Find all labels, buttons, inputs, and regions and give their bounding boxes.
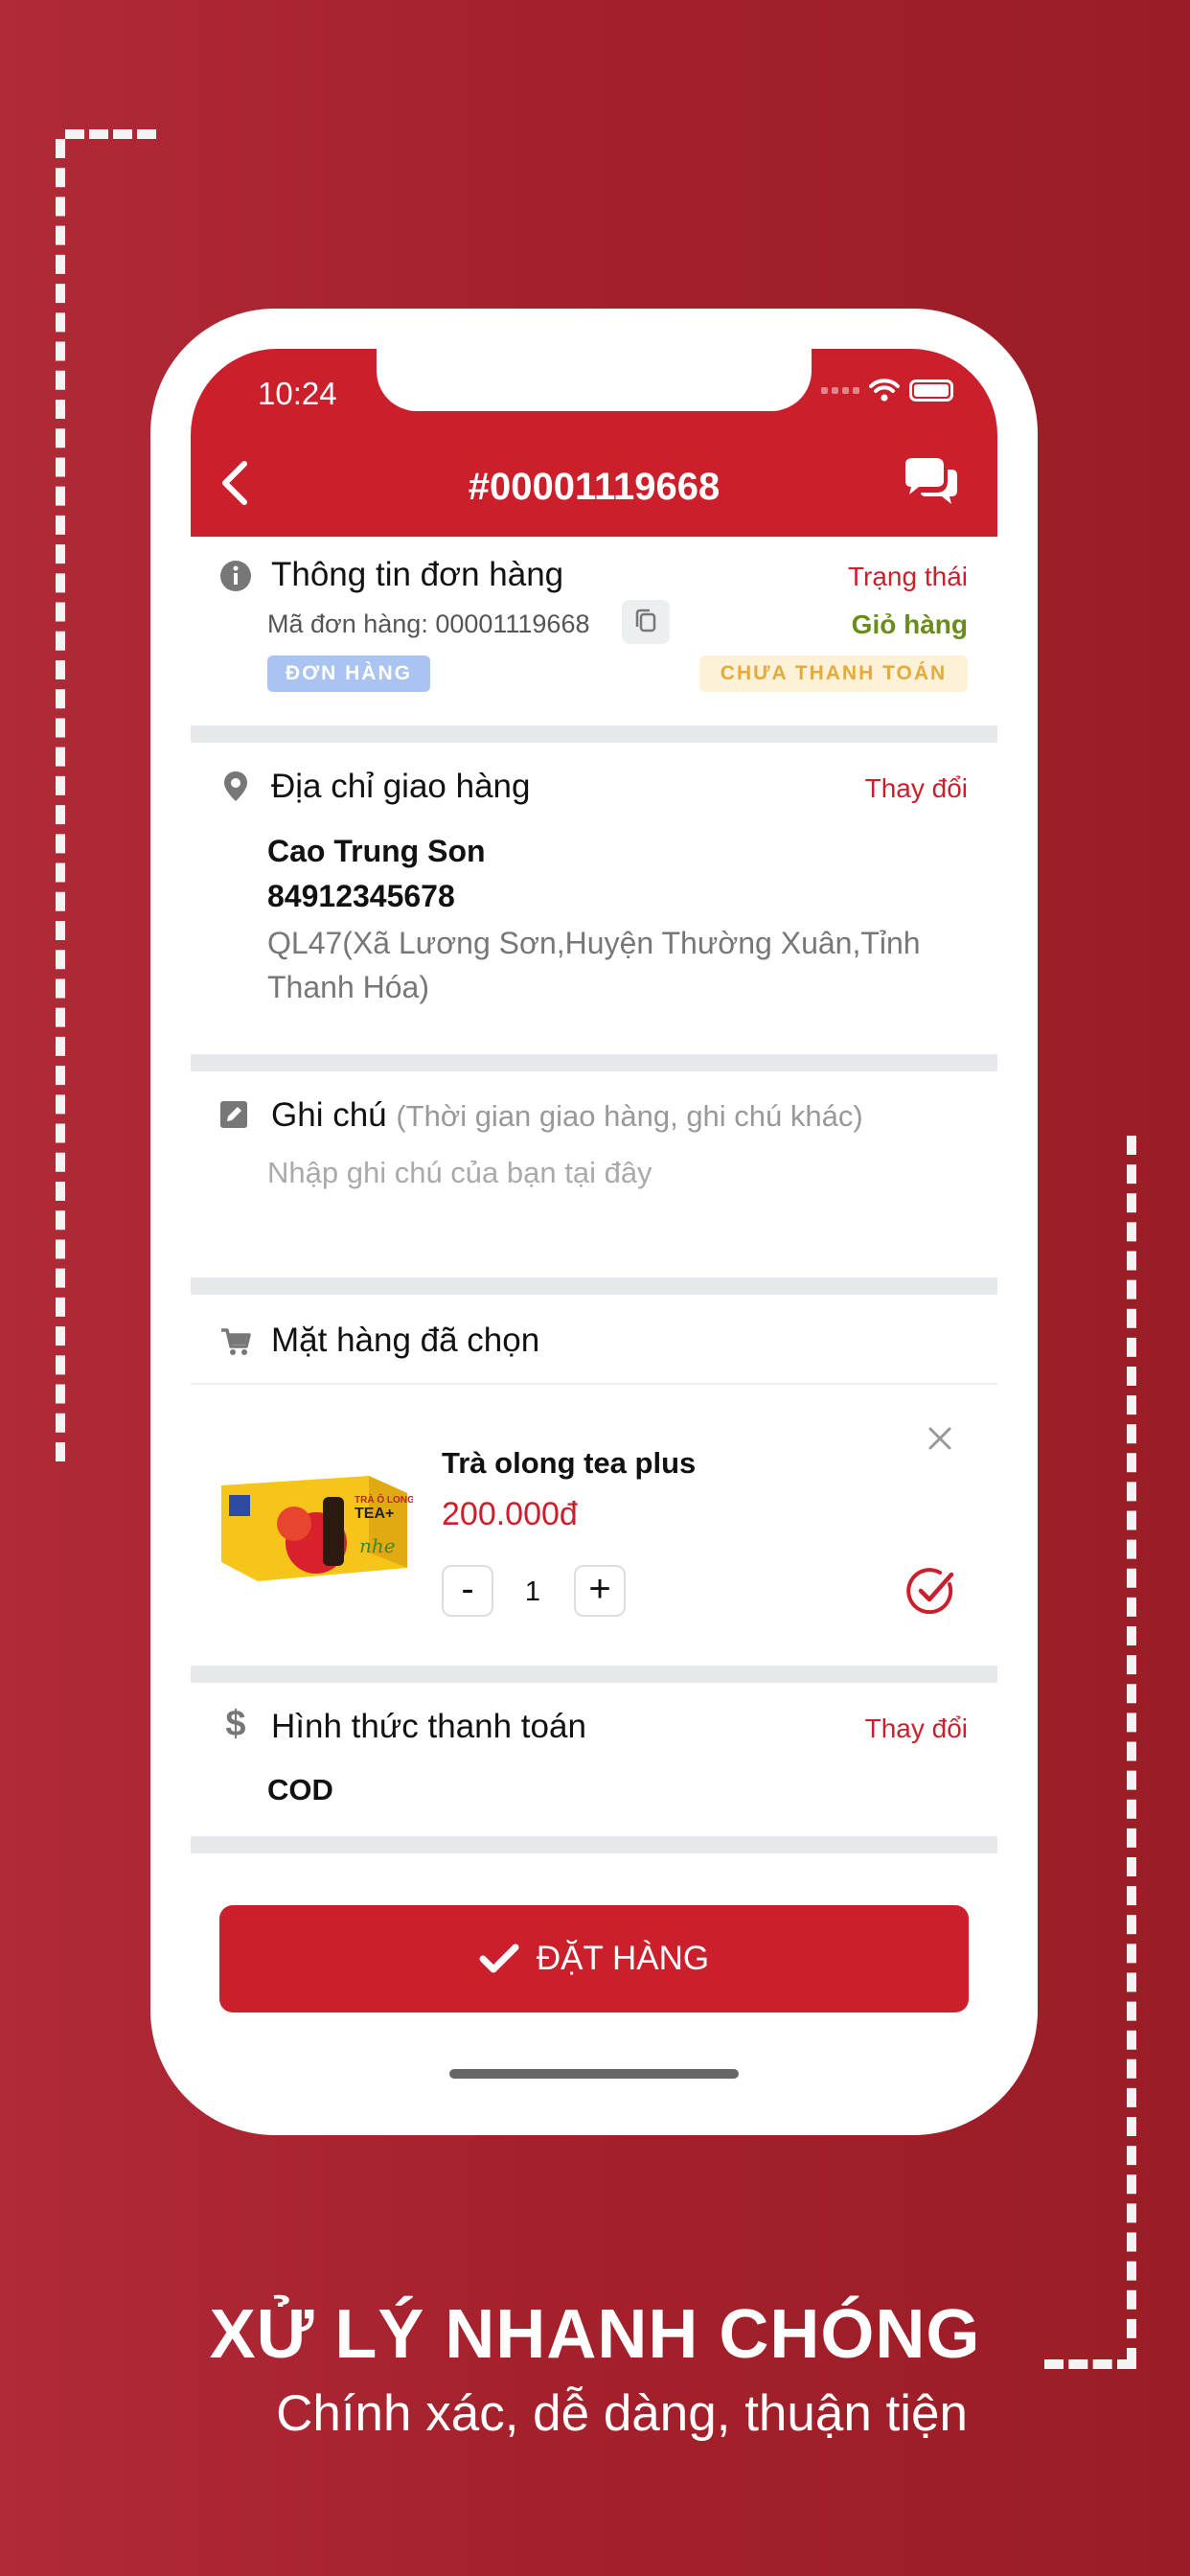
item-selected-icon[interactable] xyxy=(905,1565,959,1619)
payment-title: Hình thức thanh toán xyxy=(271,1708,586,1745)
order-info-title: Thông tin đơn hàng xyxy=(271,556,564,593)
info-icon xyxy=(220,561,251,591)
page-title: #00001119668 xyxy=(468,466,721,508)
product-price: 200.000đ xyxy=(442,1496,578,1532)
address-section: Địa chỉ giao hàng Thay đổi Cao Trung Son… xyxy=(191,743,997,1054)
address-line-1: QL47(Xã Lương Sơn,Huyện Thường Xuân,Tỉnh xyxy=(267,926,921,960)
product-name: Trà olong tea plus xyxy=(442,1446,697,1480)
copy-button[interactable] xyxy=(622,600,670,644)
recipient-phone: 84912345678 xyxy=(267,879,455,913)
decor-dash-left xyxy=(56,139,65,1461)
promo-headline: XỬ LÝ NHANH CHÓNG xyxy=(209,2296,981,2373)
cart-icon xyxy=(221,1328,251,1355)
divider xyxy=(191,1666,997,1683)
order-type-badge: ĐƠN HÀNG xyxy=(267,656,430,692)
items-header: Mặt hàng đã chọn xyxy=(191,1295,997,1385)
promo-subline: Chính xác, dễ dàng, thuận tiện xyxy=(276,2385,968,2442)
edit-icon xyxy=(220,1101,247,1128)
remove-item-icon[interactable] xyxy=(925,1423,955,1454)
copy-icon xyxy=(635,609,656,632)
status-value: Giỏ hàng xyxy=(851,610,968,639)
wifi-icon xyxy=(869,379,900,402)
payment-change-link[interactable]: Thay đổi xyxy=(865,1714,968,1744)
address-title: Địa chỉ giao hàng xyxy=(271,768,531,805)
items-title: Mặt hàng đã chọn xyxy=(271,1322,540,1359)
battery-icon xyxy=(909,379,953,402)
note-input[interactable]: Nhập ghi chú của bạn tại đây xyxy=(267,1156,938,1190)
status-time: 10:24 xyxy=(258,376,337,411)
divider xyxy=(191,1836,997,1853)
note-title: Ghi chú (Thời gian giao hàng, ghi chú kh… xyxy=(271,1096,863,1135)
svg-text:TEA+: TEA+ xyxy=(355,1506,394,1522)
home-indicator xyxy=(449,2069,739,2079)
signal-icon xyxy=(821,386,859,394)
location-pin-icon xyxy=(224,771,247,801)
chat-icon[interactable] xyxy=(898,454,961,512)
notch xyxy=(377,349,812,411)
cart-item: TRÀ Ô LONG TEA+ nhe Trà olong tea plus 2… xyxy=(191,1385,997,1666)
note-section: Ghi chú (Thời gian giao hàng, ghi chú kh… xyxy=(191,1071,997,1277)
decor-dash-top xyxy=(65,129,156,139)
note-label: Ghi chú xyxy=(271,1096,387,1134)
increase-quantity-button[interactable]: + xyxy=(574,1565,626,1617)
status-icons xyxy=(821,378,953,402)
place-order-button[interactable]: ĐẶT HÀNG xyxy=(219,1905,969,2012)
address-line-2: Thanh Hóa) xyxy=(267,970,429,1004)
product-image: TRÀ Ô LONG TEA+ nhe xyxy=(221,1476,413,1581)
decrease-quantity-button[interactable]: - xyxy=(442,1565,493,1617)
payment-status-badge: CHƯA THANH TOÁN xyxy=(699,656,968,692)
recipient-name: Cao Trung Son xyxy=(267,834,486,868)
note-hint: (Thời gian giao hàng, ghi chú khác) xyxy=(396,1099,863,1133)
payment-method: COD xyxy=(267,1773,333,1806)
dollar-icon: $ xyxy=(225,1704,246,1744)
order-code: Mã đơn hàng: 00001119668 xyxy=(267,610,590,638)
payment-section: $ Hình thức thanh toán Thay đổi COD xyxy=(191,1683,997,1836)
svg-text:TRÀ Ô LONG: TRÀ Ô LONG xyxy=(355,1493,413,1506)
svg-text:nhe: nhe xyxy=(359,1534,396,1557)
quantity-value: 1 xyxy=(524,1576,541,1607)
decor-dash-right xyxy=(1127,1136,1136,2367)
place-order-label: ĐẶT HÀNG xyxy=(536,1940,710,1977)
divider xyxy=(191,1277,997,1295)
status-label: Trạng thái xyxy=(847,562,968,591)
app-screen: 10:24 #00001119668 Thông tin đơn hàng Tr… xyxy=(191,349,997,2095)
divider xyxy=(191,1054,997,1071)
address-change-link[interactable]: Thay đổi xyxy=(865,773,968,804)
app-header: 10:24 #00001119668 xyxy=(191,349,997,537)
order-info-section: Thông tin đơn hàng Trạng thái Mã đơn hàn… xyxy=(191,537,997,725)
divider xyxy=(191,725,997,743)
check-icon xyxy=(479,1944,519,1973)
